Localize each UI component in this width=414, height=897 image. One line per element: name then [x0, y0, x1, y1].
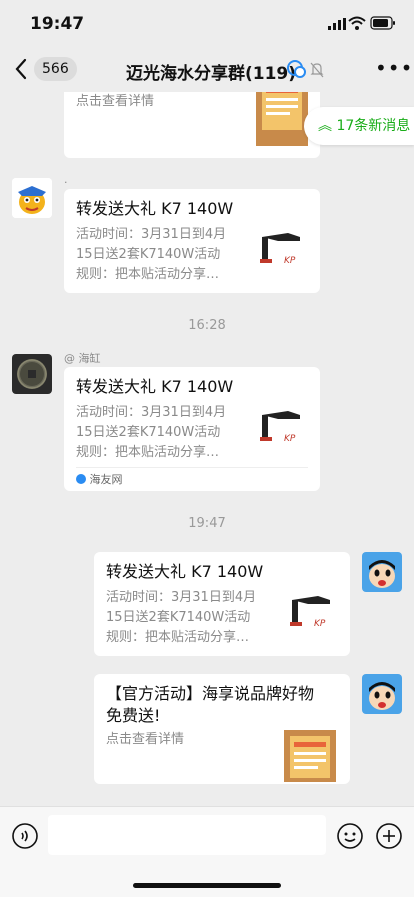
thumb-logo: KP: [284, 256, 296, 266]
product-thumbnail: KP: [288, 590, 334, 636]
card-source: 海友网: [76, 471, 123, 487]
card-desc: 点击查看详情: [76, 94, 155, 109]
back-icon[interactable]: [14, 58, 28, 80]
card-desc-line: 规则：把本贴活动分享…: [76, 445, 220, 460]
plus-icon[interactable]: [376, 823, 402, 849]
thumb-logo: KP: [314, 619, 326, 629]
card-desc-line: 活动时间：3月31日到4月: [76, 405, 227, 420]
chat-header: 566 迈光海水分享群(119) •••: [0, 48, 414, 92]
new-messages-button[interactable]: ︽ 17条新消息: [304, 107, 414, 145]
card-divider: [76, 467, 308, 468]
product-thumbnail: KP: [258, 227, 304, 273]
avatar[interactable]: [12, 178, 52, 218]
link-card[interactable]: 转发送大礼 K7 140W 活动时间：3月31日到4月 15日送2套K7140W…: [64, 189, 320, 293]
new-messages-label: 17条新消息: [336, 118, 411, 134]
home-indicator: [133, 883, 281, 888]
more-options-icon[interactable]: •••: [375, 56, 413, 80]
card-desc-line: 规则：把本贴活动分享…: [106, 630, 250, 645]
battery-icon: [370, 16, 395, 30]
link-card[interactable]: 转发送大礼 K7 140W 活动时间：3月31日到4月 15日送2套K7140W…: [64, 367, 320, 491]
emoji-icon[interactable]: [337, 823, 363, 849]
avatar-image: [362, 552, 402, 592]
chat-title: 迈光海水分享群(119): [126, 64, 297, 84]
thumb-logo: KP: [284, 434, 296, 444]
source-logo-icon: [76, 474, 86, 484]
card-title-line: 【官方活动】海享说品牌好物: [106, 684, 315, 703]
wifi-icon: [348, 16, 366, 30]
status-time: 19:47: [30, 14, 85, 34]
avatar-image: [12, 178, 52, 218]
signal-icon: [328, 18, 346, 30]
link-card[interactable]: 【官方活动】海享说品牌好物 免费送! 点击查看详情: [94, 674, 350, 784]
card-title: 转发送大礼 K7 140W: [76, 377, 234, 396]
sender-name: @ 海缸: [64, 352, 101, 365]
status-bar: 19:47: [0, 0, 414, 48]
article-thumbnail: [256, 92, 308, 146]
card-desc-line: 15日送2套K7140W活动: [106, 610, 251, 625]
avatar-image: [362, 674, 402, 714]
card-desc: 点击查看详情: [106, 732, 185, 747]
double-up-arrow-icon: ︽: [318, 118, 332, 134]
card-desc-line: 15日送2套K7140W活动: [76, 247, 221, 262]
link-card-partial[interactable]: 点击查看详情: [64, 92, 320, 158]
timestamp: 19:47: [188, 516, 226, 531]
chat-bubble-icon: [287, 60, 306, 78]
message-input[interactable]: [48, 815, 326, 855]
source-label: 海友网: [89, 473, 123, 486]
card-desc-line: 活动时间：3月31日到4月: [106, 590, 257, 605]
self-avatar[interactable]: [362, 552, 402, 592]
card-title: 转发送大礼 K7 140W: [106, 562, 264, 581]
card-title-line: 免费送!: [106, 706, 161, 725]
avatar-image: [12, 354, 52, 394]
timestamp: 16:28: [188, 318, 226, 333]
unread-count-badge[interactable]: 566: [34, 57, 77, 81]
mute-bell-icon: [310, 62, 324, 78]
self-avatar[interactable]: [362, 674, 402, 714]
article-thumbnail: [284, 730, 336, 782]
avatar[interactable]: [12, 354, 52, 394]
link-card[interactable]: 转发送大礼 K7 140W 活动时间：3月31日到4月 15日送2套K7140W…: [94, 552, 350, 656]
message-list[interactable]: 点击查看详情 ︽ 17条新消息 · 转发送大礼 K7 140W 活动时间：3月3…: [0, 92, 414, 806]
sender-name: ·: [64, 176, 68, 189]
card-desc-line: 规则：把本贴活动分享…: [76, 267, 220, 282]
input-bar: [0, 806, 414, 897]
card-title: 转发送大礼 K7 140W: [76, 199, 234, 218]
card-desc-line: 活动时间：3月31日到4月: [76, 227, 227, 242]
product-thumbnail: KP: [258, 405, 304, 451]
voice-input-icon[interactable]: [12, 823, 38, 849]
card-desc-line: 15日送2套K7140W活动: [76, 425, 221, 440]
